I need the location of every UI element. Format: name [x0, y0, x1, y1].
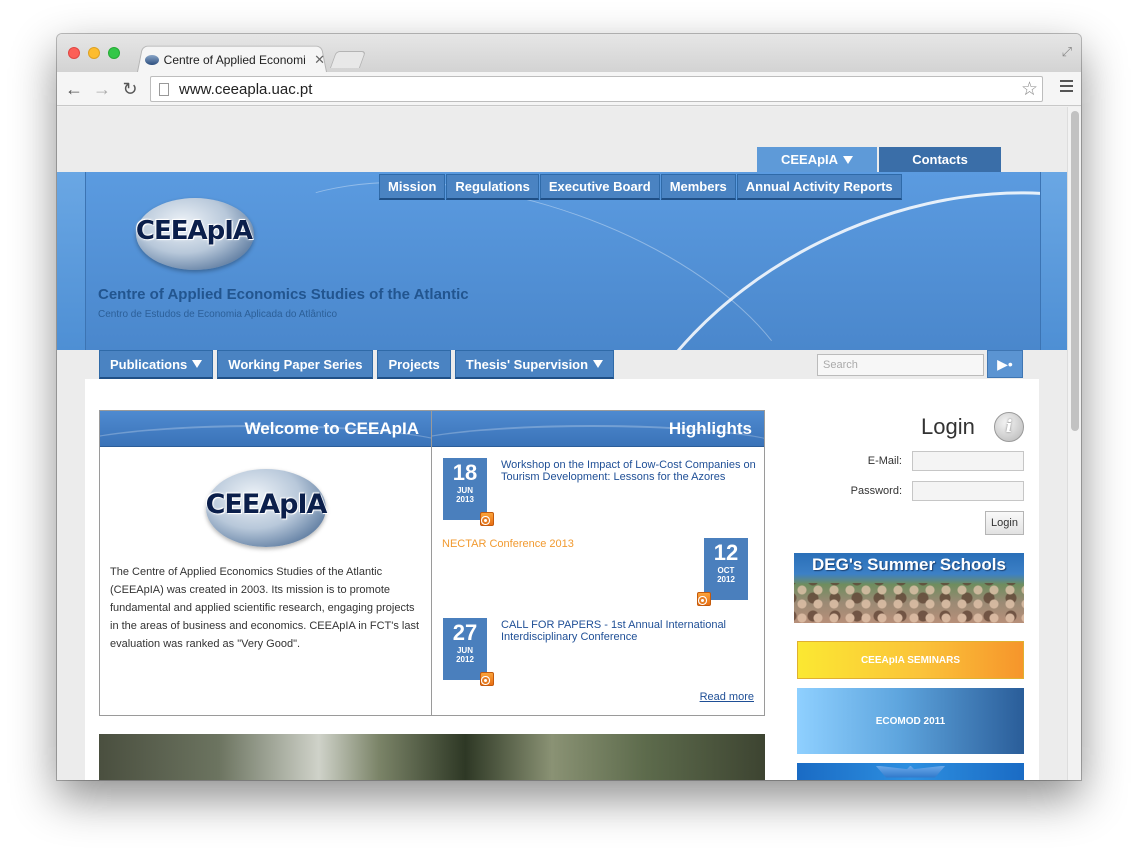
- site-title: Centre of Applied Economics Studies of t…: [98, 286, 469, 303]
- forward-icon[interactable]: →: [91, 78, 113, 100]
- minimize-window-button[interactable]: [88, 47, 100, 59]
- nav-thesis-supervision[interactable]: Thesis' Supervision: [454, 350, 615, 379]
- vertical-scrollbar[interactable]: [1067, 107, 1081, 780]
- bookmark-star-icon[interactable]: ☆: [1021, 78, 1038, 101]
- login-button[interactable]: Login: [985, 511, 1024, 535]
- email-label: E-Mail:: [867, 455, 902, 467]
- browser-toolbar: ← → ↻ www.ceeapla.uac.pt ☆: [57, 72, 1081, 106]
- secondary-nav: Publications Working Paper Series Projec…: [99, 350, 618, 379]
- reload-icon[interactable]: ↻: [119, 78, 141, 100]
- site-favicon-icon: [145, 55, 159, 65]
- page-icon: [159, 82, 169, 96]
- seminars-banner[interactable]: CEEApIA SEMINARS: [797, 641, 1024, 679]
- page-viewport: CEEApIA Contacts Mission Regulations Exe…: [57, 107, 1067, 780]
- rss-icon[interactable]: [697, 592, 711, 606]
- welcome-box: Welcome to CEEApIA CEEApIA The Centre of…: [99, 410, 432, 716]
- highlight-link[interactable]: CALL FOR PAPERS - 1st Annual Internation…: [501, 619, 757, 643]
- welcome-logo: CEEApIA: [186, 465, 336, 551]
- dropdown-arrow-icon: [843, 155, 854, 164]
- dropdown-arrow-icon: [192, 360, 203, 368]
- highlight-link[interactable]: NECTAR Conference 2013: [442, 538, 642, 550]
- highlights-box: Highlights 18 JUN 2013 Workshop on the I…: [432, 410, 765, 716]
- header-banner: Mission Regulations Executive Board Memb…: [57, 172, 1067, 350]
- nav-publications[interactable]: Publications: [99, 350, 214, 379]
- info-icon[interactable]: i: [994, 412, 1024, 442]
- top-tab-ceeapla[interactable]: CEEApIA: [757, 147, 877, 172]
- scrollbar-thumb[interactable]: [1071, 111, 1079, 431]
- fullscreen-icon[interactable]: ⤢: [1062, 44, 1072, 60]
- nav-thesis-supervision-label: Thesis' Supervision: [465, 356, 589, 372]
- play-arrow-icon: ▶•: [997, 355, 1013, 372]
- site-subtitle: Centro de Estudos de Economia Aplicada d…: [98, 309, 338, 320]
- date-badge: 27 JUN 2012: [443, 618, 487, 680]
- search-button[interactable]: ▶•: [987, 350, 1023, 378]
- eagle-icon: [875, 765, 946, 778]
- rss-icon[interactable]: [480, 672, 494, 686]
- rss-icon[interactable]: [480, 512, 494, 526]
- tab-close-icon[interactable]: ✕: [314, 52, 325, 68]
- summer-schools-label: DEG's Summer Schools: [812, 555, 1006, 574]
- highlights-header: Highlights: [432, 411, 764, 447]
- date-month: JUN: [456, 486, 473, 495]
- browser-tab-content[interactable]: Centre of Applied Economi ✕: [145, 50, 325, 70]
- date-day: 27: [452, 620, 478, 645]
- login-title: Login: [921, 414, 975, 439]
- seminars-label: CEEApIA SEMINARS: [860, 654, 961, 666]
- date-month: JUN: [456, 646, 473, 655]
- nav-projects[interactable]: Projects: [377, 350, 451, 379]
- new-tab-button[interactable]: [329, 51, 367, 68]
- nav-executive-board[interactable]: Executive Board: [539, 174, 660, 200]
- crowd-image: [794, 583, 1024, 623]
- top-tabs: CEEApIA Contacts: [757, 147, 1001, 172]
- top-tab-contacts[interactable]: Contacts: [879, 147, 1001, 172]
- logo-text: CEEApIA: [135, 216, 253, 246]
- nav-working-paper-series[interactable]: Working Paper Series: [217, 350, 374, 379]
- email-field[interactable]: [912, 451, 1024, 471]
- date-year: 2012: [717, 575, 735, 584]
- summer-schools-banner[interactable]: DEG's Summer Schools: [794, 553, 1024, 623]
- dropdown-arrow-icon: [593, 360, 604, 368]
- date-day: 12: [713, 540, 739, 565]
- nav-annual-activity-reports[interactable]: Annual Activity Reports: [736, 174, 902, 200]
- read-more-link[interactable]: Read more: [700, 691, 754, 703]
- close-window-button[interactable]: [68, 47, 80, 59]
- search-input[interactable]: Search: [817, 354, 984, 376]
- nav-publications-label: Publications: [110, 356, 188, 372]
- date-badge: 12 OCT 2012: [704, 538, 748, 600]
- tab-strip: Centre of Applied Economi ✕ ⤢: [57, 34, 1081, 72]
- header-banner-inner: Mission Regulations Executive Board Memb…: [85, 172, 1041, 350]
- top-tab-ceeapla-label: CEEApIA: [780, 152, 839, 167]
- site-logo[interactable]: CEEApIA: [124, 194, 264, 274]
- date-year: 2012: [456, 655, 474, 664]
- password-label: Password:: [850, 485, 902, 497]
- welcome-logo-text: CEEApIA: [205, 489, 328, 520]
- browser-window: Centre of Applied Economi ✕ ⤢ ← → ↻ www.…: [57, 34, 1081, 780]
- welcome-title: Welcome to CEEApIA: [244, 418, 419, 438]
- date-day: 18: [452, 460, 478, 485]
- eagle-banner[interactable]: [797, 763, 1024, 780]
- highlight-link[interactable]: Workshop on the Impact of Low-Cost Compa…: [501, 459, 757, 483]
- date-year: 2013: [456, 495, 474, 504]
- url-text: www.ceeapla.uac.pt: [179, 80, 313, 98]
- main-nav: Mission Regulations Executive Board Memb…: [379, 174, 903, 200]
- zoom-window-button[interactable]: [108, 47, 120, 59]
- date-month: OCT: [717, 566, 735, 575]
- back-icon[interactable]: ←: [63, 78, 85, 100]
- ecomod-banner[interactable]: ECOMOD 2011: [797, 688, 1024, 754]
- ecomod-label: ECOMOD 2011: [875, 715, 946, 727]
- welcome-header: Welcome to CEEApIA: [100, 411, 431, 447]
- welcome-text: The Centre of Applied Economics Studies …: [110, 566, 420, 650]
- date-badge: 18 JUN 2013: [443, 458, 487, 520]
- nav-regulations[interactable]: Regulations: [446, 174, 539, 200]
- highlights-title: Highlights: [668, 418, 752, 438]
- address-bar[interactable]: www.ceeapla.uac.pt ☆: [150, 76, 1043, 102]
- browser-menu-icon[interactable]: [1060, 80, 1073, 95]
- campus-photo: [99, 734, 765, 780]
- top-tab-contacts-label: Contacts: [912, 152, 968, 167]
- nav-mission[interactable]: Mission: [379, 174, 446, 200]
- nav-members[interactable]: Members: [660, 174, 736, 200]
- tab-title: Centre of Applied Economi: [163, 53, 306, 67]
- password-field[interactable]: [912, 481, 1024, 501]
